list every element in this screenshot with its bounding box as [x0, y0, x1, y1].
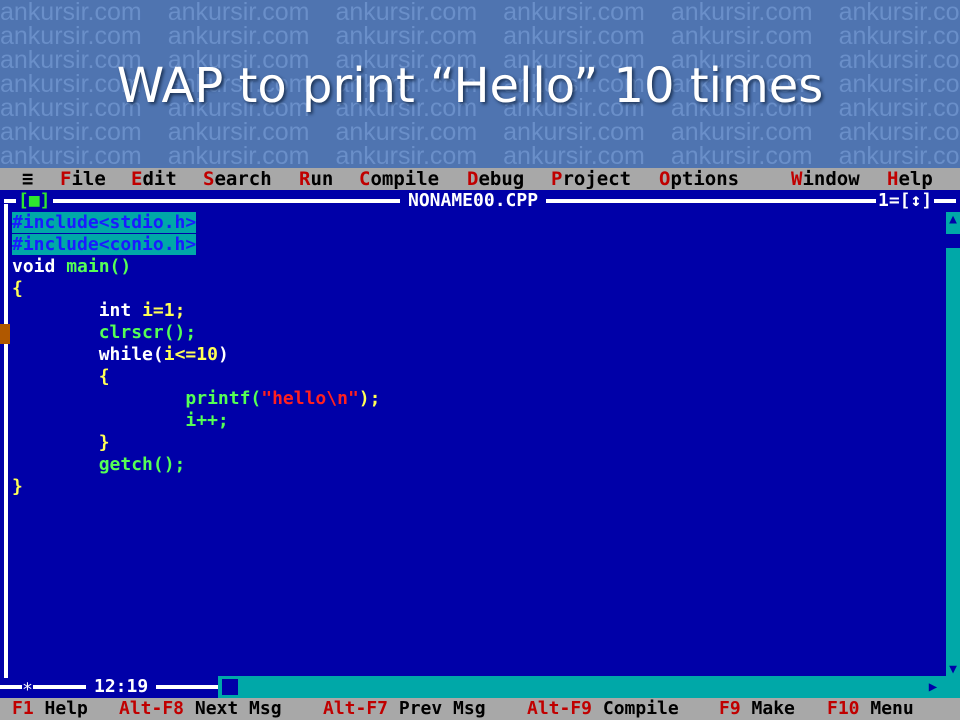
status-item-compile[interactable]: Alt-F9 Compile — [527, 698, 679, 720]
watermark-text: ankursir.com — [503, 142, 645, 169]
code-line: { — [98, 366, 110, 387]
editor-bottom-bar: ∗ 12:19 ▶ — [0, 676, 960, 698]
menu-project[interactable]: Project — [551, 168, 631, 190]
scroll-up-arrow-icon[interactable]: ▲ — [946, 212, 960, 228]
line-marker — [0, 324, 10, 344]
editor-title-bar: [■] NONAME00.CPP 1=[↕] — [0, 190, 960, 212]
watermark-row: ankursir.com ankursir.com ankursir.com anku… — [0, 0, 960, 25]
menu-search[interactable]: Search — [203, 168, 272, 190]
code-line: int i=1; — [98, 300, 186, 321]
watermark-row: ankursir.com ankursir.com ankursir.com anku… — [0, 142, 960, 169]
menu-bar: ≡ File Edit Search Run Compile Debug Pro… — [0, 168, 960, 190]
code-line: i++; — [185, 410, 229, 431]
window-number-zoom-icon[interactable]: 1=[↕] — [876, 190, 935, 212]
code-line: } — [12, 476, 23, 497]
modified-indicator: ∗ — [22, 676, 33, 698]
status-bar: F1 Help Alt-F8 Next Msg Alt-F7 Prev Msg … — [0, 698, 960, 720]
menu-edit[interactable]: Edit — [131, 168, 177, 190]
code-line: } — [98, 432, 110, 453]
menu-options[interactable]: Options — [659, 168, 739, 190]
menu-help[interactable]: Help — [887, 168, 933, 190]
watermark-text: ankursir.com — [335, 142, 478, 169]
vertical-scroll-thumb[interactable] — [946, 234, 960, 248]
vertical-scrollbar[interactable]: ▲ ▼ — [946, 212, 960, 678]
code-line: #include<conio.h> — [12, 234, 197, 255]
watermark-text: ankursir.com — [670, 142, 813, 169]
menu-file[interactable]: File — [60, 168, 106, 190]
status-item-menu[interactable]: F10 Menu — [827, 698, 914, 720]
slide-header: ankursir.com ankursir.com ankursir.com anku… — [0, 0, 960, 168]
close-box-icon[interactable]: [■] — [16, 190, 53, 212]
editor-left-border — [4, 204, 8, 678]
editor-filename: NONAME00.CPP — [400, 190, 547, 212]
code-line: printf("hello\n"); — [185, 388, 381, 409]
code-line: getch(); — [98, 454, 186, 475]
code-area[interactable]: #include<stdio.h> #include<conio.h> void… — [12, 212, 380, 498]
menu-window[interactable]: Window — [791, 168, 860, 190]
code-line: void main() — [12, 256, 132, 277]
horizontal-scrollbar[interactable]: ▶ — [218, 676, 960, 698]
slide-title: WAP to print “Hello” 10 times — [116, 58, 824, 114]
watermark-row: ankursir.com ankursir.com ankursir.com anku… — [0, 120, 960, 145]
code-line: { — [12, 278, 23, 299]
menu-run[interactable]: Run — [299, 168, 333, 190]
status-item-next-msg[interactable]: Alt-F8 Next Msg — [119, 698, 282, 720]
system-menu-icon[interactable]: ≡ — [22, 168, 33, 190]
menu-debug[interactable]: Debug — [467, 168, 524, 190]
watermark-text: ankursir.com — [838, 142, 960, 169]
watermark-text: ankursir.com — [167, 142, 310, 169]
code-line: #include<stdio.h> — [12, 212, 197, 233]
status-item-make[interactable]: F9 Make — [719, 698, 795, 720]
code-line: while(i<=10) — [98, 344, 229, 365]
code-line: clrscr(); — [98, 322, 197, 343]
editor-window: [■] NONAME00.CPP 1=[↕] ▲ ▼ #include<stdi… — [0, 190, 960, 698]
cursor-position: 12:19 — [86, 676, 157, 698]
menu-compile[interactable]: Compile — [359, 168, 439, 190]
watermark-text: ankursir.com — [0, 142, 142, 169]
scroll-right-arrow-icon[interactable]: ▶ — [924, 676, 942, 698]
watermark-row: ankursir.com ankursir.com ankursir.com anku… — [0, 24, 960, 49]
status-item-prev-msg[interactable]: Alt-F7 Prev Msg — [323, 698, 486, 720]
horizontal-scroll-thumb[interactable] — [222, 679, 238, 695]
status-item-help[interactable]: F1 Help — [12, 698, 88, 720]
